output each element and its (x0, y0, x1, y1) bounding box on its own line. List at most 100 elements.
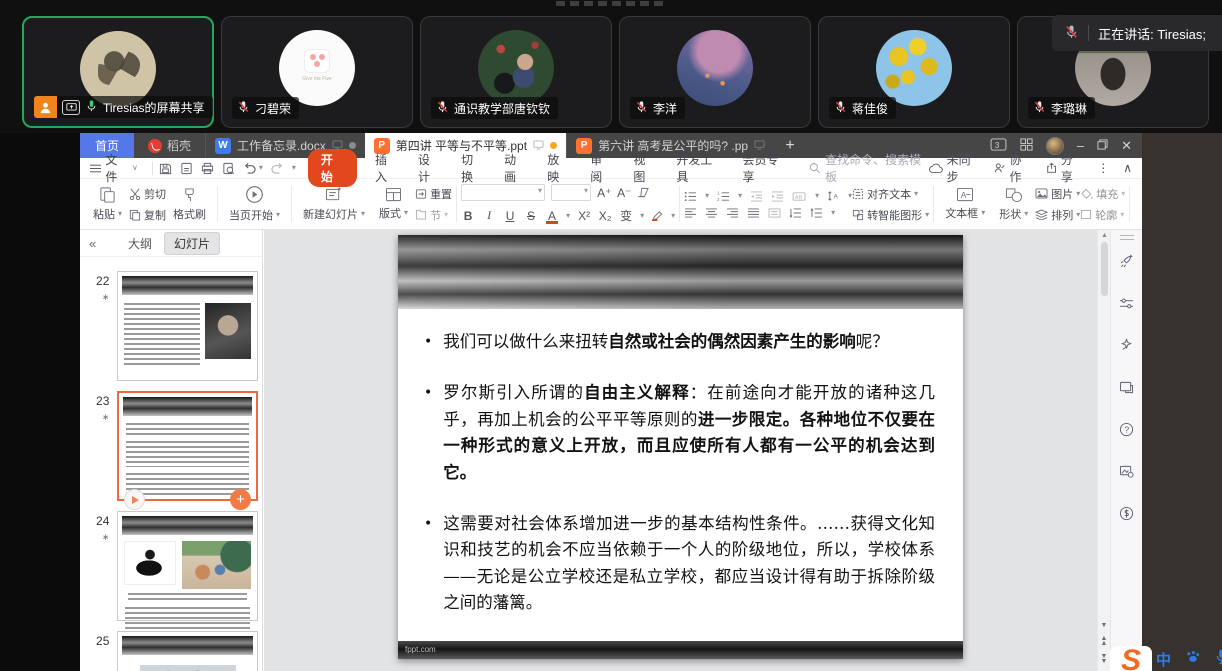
command-search[interactable]: 查找命令、搜索模板 (809, 151, 929, 185)
menu-tab-insert[interactable]: 插入 (365, 151, 408, 185)
decrease-font-button[interactable]: A⁻ (617, 186, 631, 200)
save-icon[interactable] (159, 162, 172, 175)
scroll-thumb[interactable] (1101, 242, 1108, 296)
cut-button[interactable]: 剪切 (129, 186, 166, 202)
fill-button[interactable]: 填充▾ (1080, 186, 1125, 202)
participant-tile[interactable]: Give me Five 刁碧荣 (221, 16, 413, 128)
row-spacing-icon[interactable] (789, 208, 802, 218)
collapse-panel-icon[interactable]: « (89, 236, 96, 251)
highlight-color-icon[interactable] (651, 210, 664, 221)
add-slide-button[interactable]: + (230, 489, 251, 510)
share-button[interactable]: 分享 (1046, 151, 1084, 185)
shapes-button[interactable]: 形状▾ (992, 187, 1035, 222)
textbox-button[interactable]: A 文本框▾ (938, 187, 992, 221)
align-text-button[interactable]: 对齐文本▾ (852, 186, 929, 202)
paste-button[interactable]: 粘贴▾ (86, 186, 129, 222)
new-slide-button[interactable]: 新建幻灯片▾ (296, 187, 372, 222)
menu-tab-view[interactable]: 视图 (623, 151, 666, 185)
current-slide[interactable]: • 我们可以做什么来扭转自然或社会的偶然因素产生的影响呢？ • 罗尔斯引入所谓的… (398, 235, 963, 659)
superscript-button[interactable]: X² (577, 209, 591, 223)
menu-tab-slideshow[interactable]: 放映 (537, 151, 580, 185)
decrease-indent-icon[interactable] (750, 191, 763, 202)
voice-input-mic-icon[interactable] (1215, 648, 1222, 670)
font-name-select[interactable] (461, 184, 545, 201)
effects-wand-icon[interactable] (1119, 338, 1134, 358)
collaborate-button[interactable]: 协作 (994, 151, 1032, 185)
increase-font-button[interactable]: A⁺ (597, 186, 611, 200)
participant-tile-tiresias[interactable]: Tiresias的屏幕共享 (22, 16, 214, 128)
align-left-icon[interactable] (684, 208, 697, 218)
sync-status[interactable]: 未同步 (929, 151, 981, 185)
line-spacing-icon[interactable]: A (827, 190, 840, 202)
customize-toolbar-icon[interactable]: ▾ (292, 164, 296, 172)
italic-button[interactable]: I (482, 208, 496, 223)
canvas-scrollbar[interactable]: ▲ ▼ ▲▲ ▼▼ (1097, 230, 1110, 671)
redo-button[interactable] (271, 162, 284, 174)
copy-button[interactable]: 复制 (129, 207, 166, 223)
outline-button[interactable]: 轮廓▾ (1080, 207, 1125, 223)
reset-button[interactable]: 重置 (415, 186, 452, 202)
bold-button[interactable]: B (461, 209, 475, 223)
menu-tab-start[interactable]: 开始 (308, 149, 357, 187)
export-pdf-icon[interactable] (180, 162, 193, 175)
pin-icon[interactable] (754, 139, 765, 153)
picture-button[interactable]: 图片▾ (1035, 186, 1080, 202)
scroll-up-icon[interactable]: ▲ (1101, 232, 1108, 239)
participant-tile[interactable]: 蒋佳俊 (818, 16, 1010, 128)
section-button[interactable]: 节▾ (415, 207, 452, 223)
clear-format-icon[interactable] (637, 187, 650, 198)
input-language-toggle[interactable]: 中 (1156, 649, 1171, 670)
sogou-paw-icon[interactable] (1185, 650, 1201, 669)
play-slide-button[interactable] (124, 489, 145, 510)
strikethrough-button[interactable]: S (524, 209, 538, 223)
member-benefit-icon[interactable] (1119, 506, 1134, 526)
tab-outline[interactable]: 大纲 (122, 233, 158, 254)
underline-button[interactable]: U (503, 209, 517, 223)
mic-muted-icon[interactable] (1064, 24, 1079, 43)
sogou-logo[interactable]: S (1110, 646, 1152, 671)
file-menu[interactable]: 文件 ∨ (90, 151, 146, 185)
properties-sliders-icon[interactable] (1119, 297, 1134, 315)
menu-tab-member[interactable]: 会员专享 (732, 151, 798, 185)
print-icon[interactable] (201, 162, 214, 175)
slide-thumbnail-24[interactable] (117, 511, 258, 621)
pin-icon[interactable] (332, 139, 343, 153)
tab-slides[interactable]: 幻灯片 (164, 232, 220, 255)
help-icon[interactable]: ? (1119, 422, 1134, 442)
distribute-icon[interactable] (768, 208, 781, 218)
arrange-button[interactable]: 排列▾ (1035, 207, 1080, 223)
previous-slide-icon[interactable]: ▲▲ (1101, 636, 1108, 647)
slide-text-body[interactable]: • 我们可以做什么来扭转自然或社会的偶然因素产生的影响呢？ • 罗尔斯引入所谓的… (398, 309, 963, 617)
next-slide-icon[interactable]: ▼▼ (1101, 654, 1108, 665)
format-painter-button[interactable]: 格式刷 (166, 187, 213, 222)
play-from-current-button[interactable]: 当页开始▾ (222, 185, 287, 223)
slide-thumbnail-25[interactable] (117, 631, 258, 671)
menu-tab-review[interactable]: 审阅 (580, 151, 623, 185)
collapse-ribbon-icon[interactable]: ∧ (1123, 161, 1132, 175)
slide-title-banner[interactable] (398, 235, 963, 309)
text-effect-button[interactable]: 变 (619, 207, 633, 224)
column-spacing-icon[interactable] (810, 208, 823, 218)
font-color-button[interactable]: A (545, 209, 559, 223)
bullet-list-icon[interactable] (684, 191, 697, 202)
menu-tab-animation[interactable]: 动画 (494, 151, 537, 185)
align-right-icon[interactable] (726, 208, 739, 218)
subscript-button[interactable]: X₂ (598, 209, 612, 223)
scroll-down-icon[interactable]: ▼ (1101, 623, 1108, 629)
font-size-select[interactable] (551, 184, 591, 201)
smart-graphic-button[interactable]: 转智能图形▾ (852, 207, 929, 223)
participant-tile[interactable]: 李洋 (619, 16, 811, 128)
slide-thumbnail-23-selected[interactable]: + (117, 391, 258, 501)
text-direction-icon[interactable]: AB (792, 191, 807, 202)
image-settings-icon[interactable] (1119, 465, 1134, 483)
pin-icon[interactable] (533, 139, 544, 153)
more-menu-icon[interactable]: ⋮ (1097, 161, 1109, 175)
slide-thumbnail-22[interactable] (117, 271, 258, 381)
align-center-icon[interactable] (705, 208, 718, 218)
menu-tab-transition[interactable]: 切换 (451, 151, 494, 185)
strip-handle[interactable] (1120, 235, 1134, 240)
justify-icon[interactable] (747, 208, 760, 218)
quick-tools-rocket-icon[interactable] (1119, 254, 1134, 274)
increase-indent-icon[interactable] (771, 191, 784, 202)
participant-tile[interactable]: 通识教学部唐钦钦 (420, 16, 612, 128)
